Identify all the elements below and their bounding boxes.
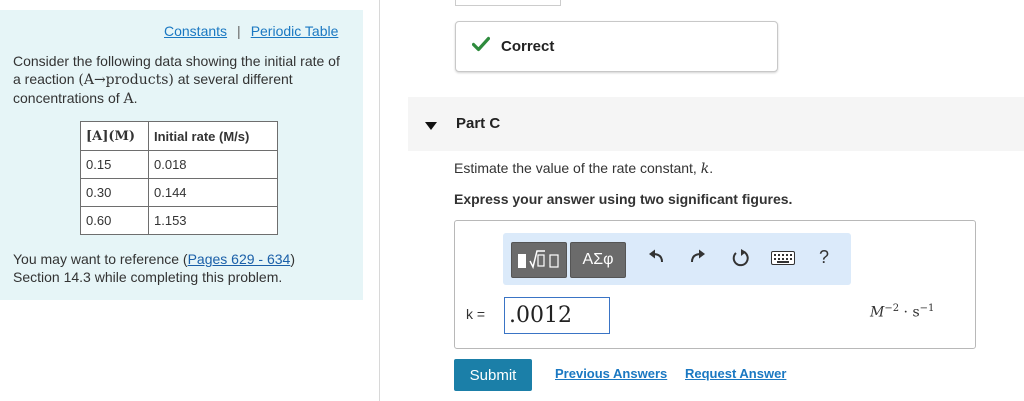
answer-units: M−2 · s−1 xyxy=(870,303,934,321)
part-c-header[interactable]: Part C xyxy=(408,97,1024,151)
cell-rate: 0.018 xyxy=(148,150,278,179)
problem-info-panel: Constants | Periodic Table Consider the fo… xyxy=(0,10,363,300)
resource-links: Constants | Periodic Table xyxy=(164,23,338,39)
reset-icon[interactable] xyxy=(731,248,751,273)
cell-concentration: 0.60 xyxy=(80,206,149,235)
cell-concentration: 0.15 xyxy=(80,150,149,179)
reference-section: Section 14.3 while completing this probl… xyxy=(13,269,283,285)
unit-s-exponent: −1 xyxy=(919,303,935,314)
problem-intro: Consider the following data showing the … xyxy=(13,52,348,108)
part-label: Part C xyxy=(456,115,501,132)
link-separator: | xyxy=(237,23,241,39)
submit-button[interactable]: Submit xyxy=(454,359,532,391)
species-a: A xyxy=(123,91,134,107)
cell-rate: 0.144 xyxy=(148,178,278,207)
question-prompt: Estimate the value of the rate constant,… xyxy=(454,160,713,177)
column-header-concentration: [A](M) xyxy=(80,121,149,151)
prompt-text: Estimate the value of the rate constant, xyxy=(454,160,701,176)
redo-icon[interactable] xyxy=(689,248,707,271)
table-row: 0.60 1.153 xyxy=(80,206,278,235)
constants-link[interactable]: Constants xyxy=(164,23,227,39)
unit-dot: · xyxy=(899,304,913,321)
keyboard-icon[interactable] xyxy=(771,251,795,270)
collapse-triangle-icon[interactable] xyxy=(425,118,437,136)
reference-prefix: You may want to reference ( xyxy=(13,251,188,267)
unit-s: s xyxy=(912,304,920,321)
intro-end: . xyxy=(133,90,138,106)
reference-suffix: ) xyxy=(290,251,295,267)
table-header-row: [A](M) Initial rate (M/s) xyxy=(80,121,278,151)
correct-feedback-box: Correct xyxy=(455,21,778,72)
reaction-equation: (A→products) xyxy=(78,72,174,88)
rate-constant-var: k xyxy=(700,161,710,177)
table-row: 0.15 0.018 xyxy=(80,150,278,179)
table-row: 0.30 0.144 xyxy=(80,178,278,207)
templates-icon xyxy=(518,250,559,270)
column-header-rate: Initial rate (M/s) xyxy=(148,121,278,151)
unit-m-exponent: −2 xyxy=(884,303,900,314)
help-icon[interactable]: ? xyxy=(819,247,829,268)
unit-m: M xyxy=(870,304,885,321)
prompt-end: . xyxy=(709,160,714,176)
greek-symbols-button[interactable]: ΑΣφ xyxy=(570,242,626,278)
previous-answers-link[interactable]: Previous Answers xyxy=(555,366,667,381)
request-answer-link[interactable]: Request Answer xyxy=(685,366,786,381)
templates-button[interactable] xyxy=(511,242,567,278)
cell-concentration: 0.30 xyxy=(80,178,149,207)
math-toolbar: ΑΣφ ? xyxy=(503,233,851,285)
answer-instructions: Express your answer using two significan… xyxy=(454,191,793,207)
cell-rate: 1.153 xyxy=(148,206,278,235)
panel-divider xyxy=(379,0,380,401)
previous-part-box-edge xyxy=(455,0,561,6)
checkmark-icon xyxy=(471,36,491,57)
k-label: k = xyxy=(466,306,486,322)
pages-link[interactable]: Pages 629 - 634 xyxy=(188,251,291,267)
periodic-table-link[interactable]: Periodic Table xyxy=(251,23,339,39)
rate-data-table: [A](M) Initial rate (M/s) 0.15 0.018 0.3… xyxy=(80,121,278,235)
answer-input[interactable] xyxy=(504,297,610,334)
feedback-label: Correct xyxy=(501,38,555,55)
reference-note: You may want to reference (Pages 629 - 6… xyxy=(13,250,295,286)
undo-icon[interactable] xyxy=(647,248,665,271)
